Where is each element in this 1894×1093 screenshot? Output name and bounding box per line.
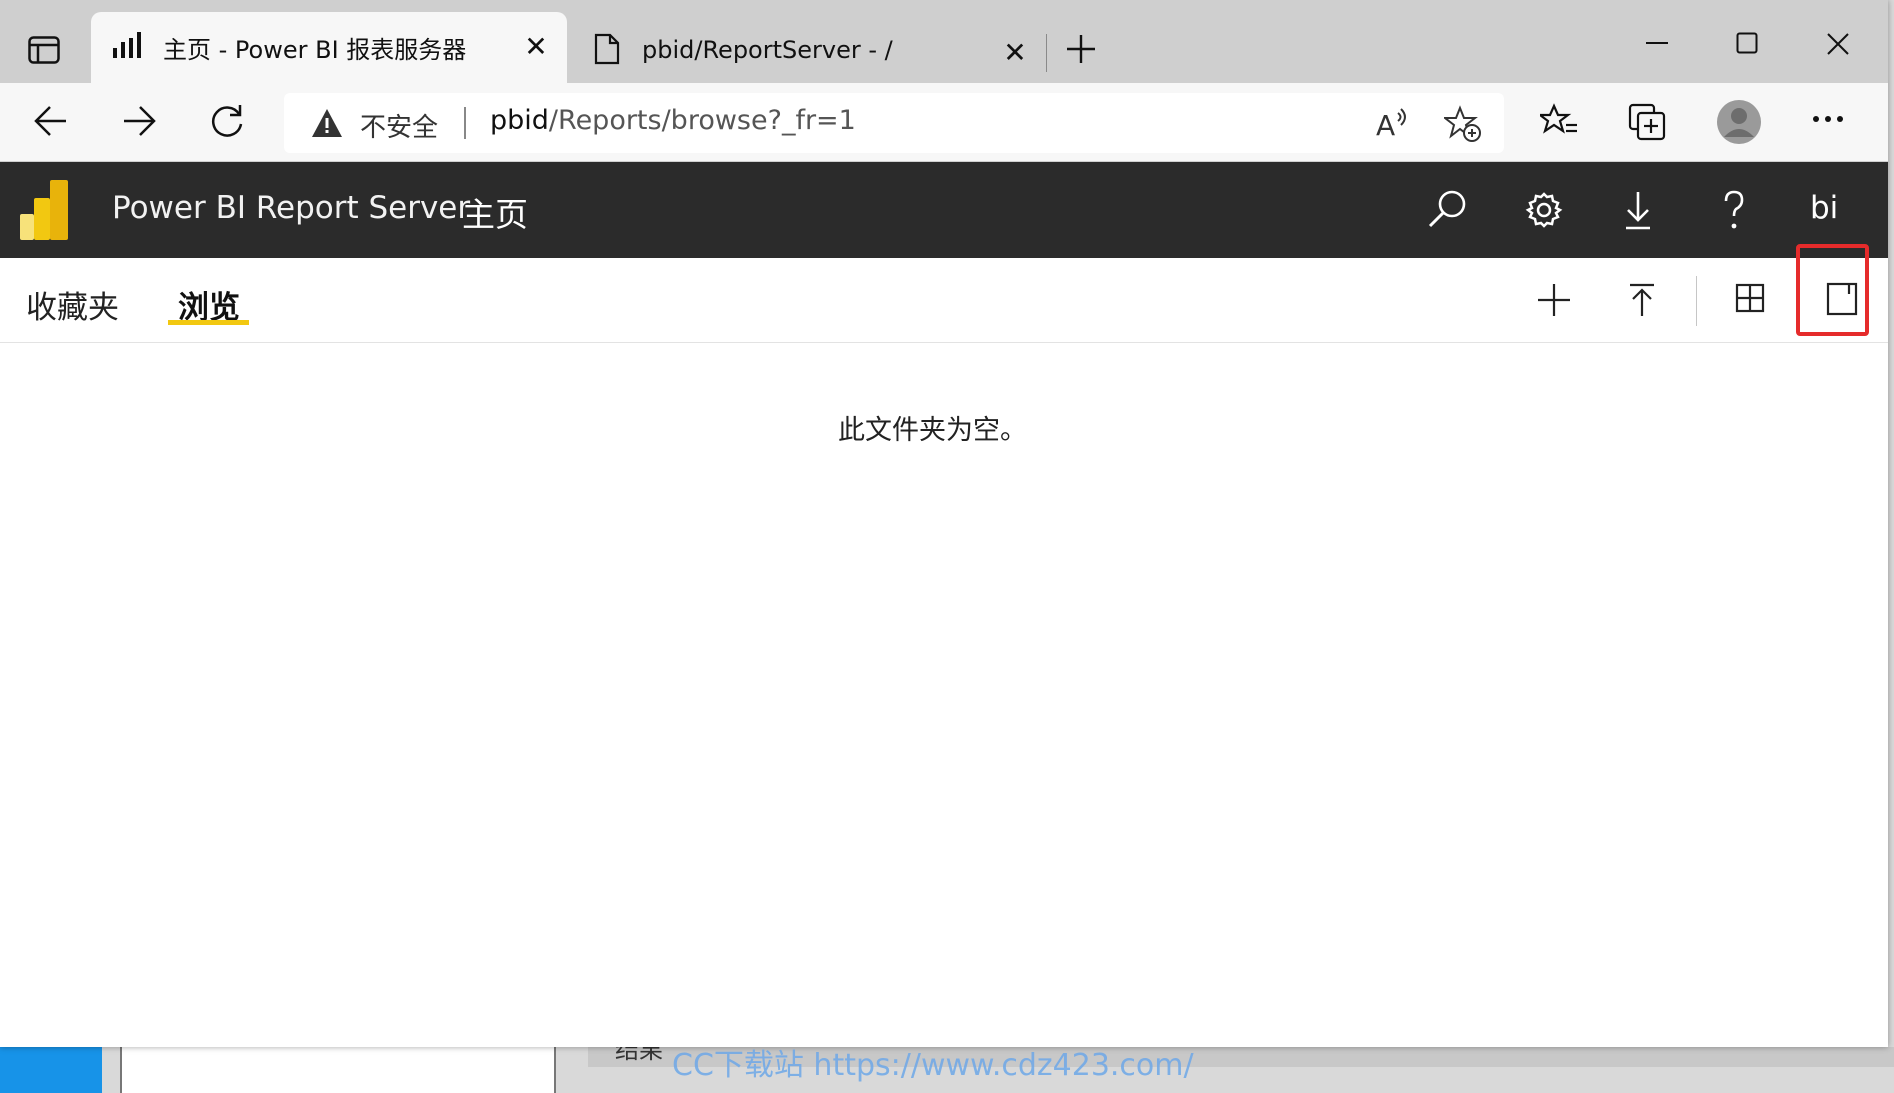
- app-title[interactable]: Power BI Report Server: [112, 190, 470, 226]
- tab-home[interactable]: 主页 - Power BI 报表服务器 ✕: [91, 12, 567, 83]
- read-aloud-icon[interactable]: A: [1374, 105, 1410, 141]
- tab-report-server[interactable]: pbid/ReportServer - / ✕: [590, 12, 1040, 83]
- favorites-icon[interactable]: [1540, 103, 1578, 139]
- security-label[interactable]: 不安全: [360, 107, 438, 144]
- empty-folder-message: 此文件夹为空。: [838, 415, 1027, 446]
- collections-icon[interactable]: [1628, 103, 1666, 141]
- watermark-text: CC下载站 https://www.cdz423.com/: [672, 1048, 1194, 1083]
- toolbar-divider: [1696, 276, 1697, 326]
- tab-title: pbid/ReportServer - /: [642, 36, 893, 64]
- new-icon[interactable]: [1536, 282, 1572, 318]
- search-icon[interactable]: [1424, 186, 1472, 234]
- bar-chart-icon: [111, 30, 145, 60]
- download-icon[interactable]: [1614, 186, 1662, 234]
- tab-title: 主页 - Power BI 报表服务器: [163, 36, 467, 64]
- user-account[interactable]: bi: [1810, 190, 1838, 226]
- tab-favorites[interactable]: 收藏夹: [26, 282, 119, 327]
- profile-avatar-icon[interactable]: [1716, 99, 1762, 145]
- tab-divider: [1046, 34, 1047, 72]
- close-icon[interactable]: ✕: [521, 32, 551, 62]
- background-window: [120, 1047, 556, 1093]
- help-icon[interactable]: [1710, 186, 1758, 234]
- document-icon: [594, 33, 620, 65]
- breadcrumb-home[interactable]: 主页: [462, 188, 528, 236]
- settings-icon[interactable]: [1520, 186, 1568, 234]
- svg-text:A: A: [1376, 109, 1395, 141]
- browser-toolbar: 不安全 pbid/Reports/browse?_fr=1 A: [0, 83, 1888, 162]
- browser-window: 主页 - Power BI 报表服务器 ✕ pbid/ReportServer …: [0, 0, 1888, 1047]
- tab-strip: 主页 - Power BI 报表服务器 ✕ pbid/ReportServer …: [0, 0, 1888, 83]
- back-icon[interactable]: [32, 103, 70, 139]
- close-window-icon[interactable]: [1826, 32, 1850, 56]
- url-text[interactable]: pbid/Reports/browse?_fr=1: [490, 105, 856, 136]
- more-options-icon[interactable]: [1812, 113, 1844, 125]
- power-bi-logo-icon[interactable]: [18, 178, 70, 242]
- refresh-icon[interactable]: [208, 102, 246, 140]
- sidebar-toggle-icon[interactable]: [28, 36, 60, 64]
- sub-navigation: 收藏夹 浏览: [0, 258, 1888, 343]
- annotation-highlight-box: [1796, 244, 1869, 336]
- close-icon[interactable]: ✕: [1000, 38, 1030, 68]
- minimize-icon[interactable]: [1644, 30, 1670, 56]
- address-divider: [464, 107, 466, 139]
- forward-icon[interactable]: [120, 103, 158, 139]
- maximize-icon[interactable]: [1736, 32, 1758, 54]
- upload-icon[interactable]: [1624, 282, 1660, 318]
- add-favorite-icon[interactable]: [1444, 105, 1482, 143]
- address-bar[interactable]: 不安全 pbid/Reports/browse?_fr=1 A: [284, 93, 1504, 153]
- new-tab-icon[interactable]: [1064, 32, 1098, 66]
- app-header: Power BI Report Server 主页 bi: [0, 162, 1888, 258]
- warning-icon: [310, 107, 344, 139]
- desktop-taskbar-area: [0, 1047, 102, 1093]
- active-tab-indicator: [168, 320, 249, 325]
- tile-view-icon[interactable]: [1734, 282, 1766, 314]
